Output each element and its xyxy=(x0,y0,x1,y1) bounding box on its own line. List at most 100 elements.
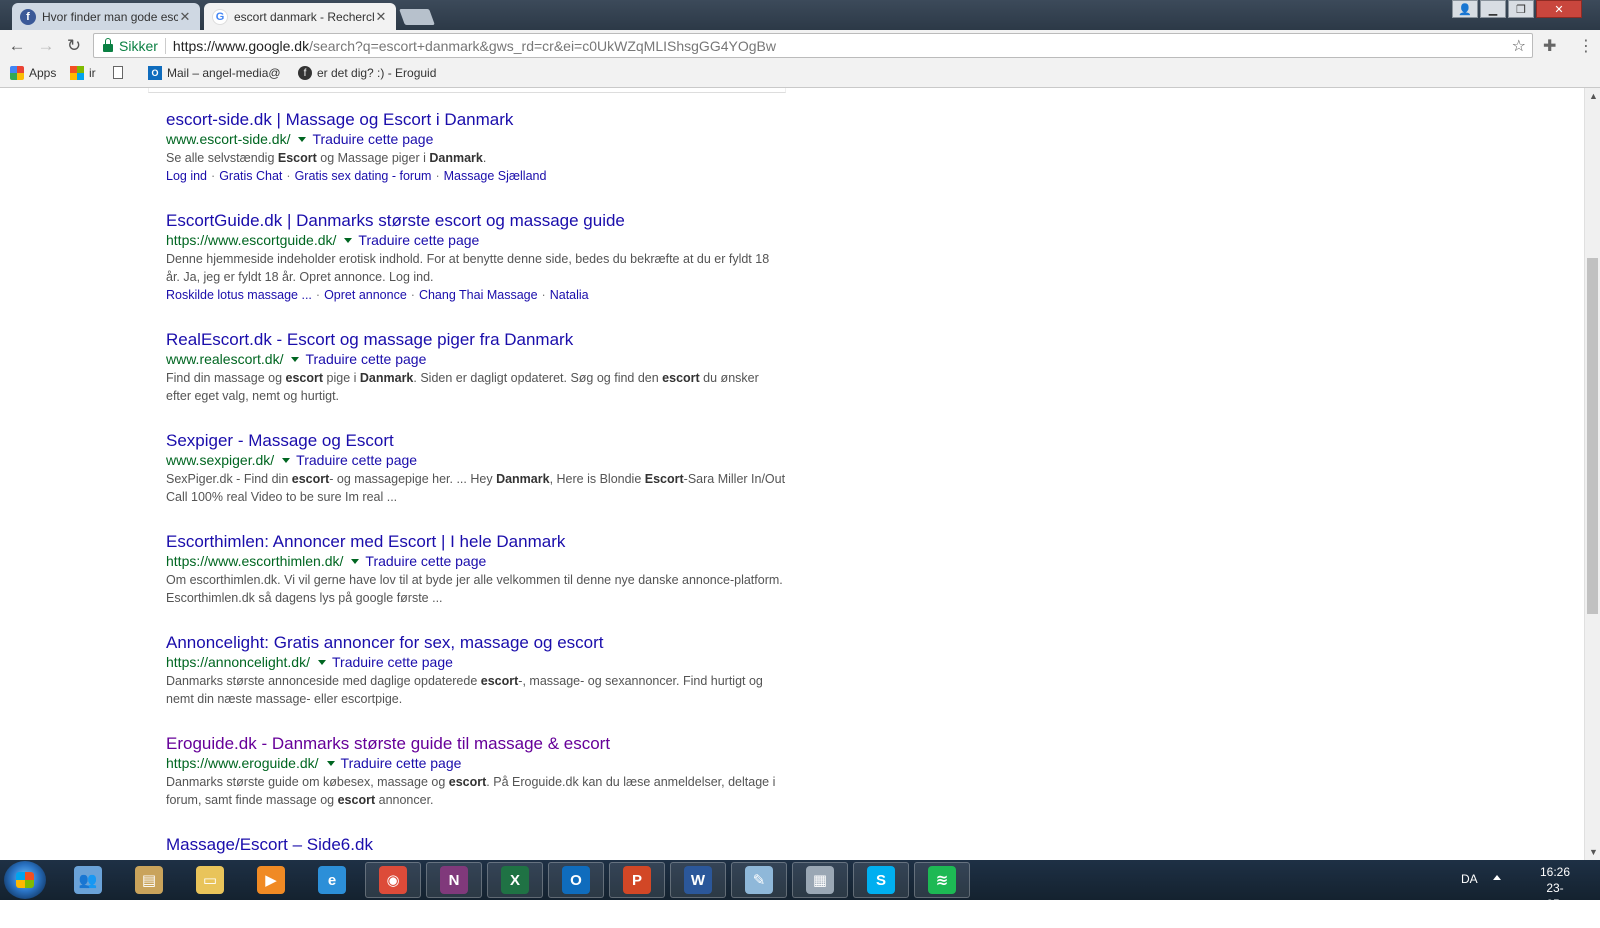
user-profile-icon[interactable]: 👤 xyxy=(1452,0,1478,18)
result-url: https://www.escorthimlen.dk/ xyxy=(166,553,344,569)
taskbar-app[interactable]: W xyxy=(670,862,726,898)
bookmark-eroguide[interactable]: f er det dig? :) - Eroguid xyxy=(298,66,438,80)
taskbar-app[interactable]: ◉ xyxy=(365,862,421,898)
taskbar-app[interactable]: 👥 xyxy=(60,862,116,898)
translate-page-link[interactable]: Traduire cette page xyxy=(341,755,462,771)
excel-icon: X xyxy=(501,866,529,894)
dropdown-arrow-icon[interactable] xyxy=(344,237,353,243)
taskbar-app[interactable]: O xyxy=(548,862,604,898)
sitelink[interactable]: Gratis sex dating - forum xyxy=(295,169,432,183)
scroll-up-arrow-icon[interactable]: ▲ xyxy=(1589,91,1598,101)
facebook-icon: f xyxy=(20,8,36,25)
taskbar-app[interactable]: ▭ xyxy=(182,862,238,898)
taskbar-app[interactable]: ▶ xyxy=(243,862,299,898)
language-indicator[interactable]: DA xyxy=(1461,872,1478,886)
translate-page-link[interactable]: Traduire cette page xyxy=(305,351,426,367)
show-hidden-icons-icon[interactable] xyxy=(1493,875,1501,880)
search-result: Eroguide.dk - Danmarks største guide til… xyxy=(166,734,786,809)
onenote-icon: N xyxy=(440,866,468,894)
sitelink[interactable]: Roskilde lotus massage ... xyxy=(166,288,312,302)
bookmark-ir[interactable]: ir xyxy=(70,66,96,80)
search-result: RealEscort.dk - Escort og massage piger … xyxy=(166,330,786,405)
clock[interactable]: 16:26 23-05-2017 xyxy=(1540,864,1570,928)
search-results-page: escort-side.dk | Massage og Escort i Dan… xyxy=(0,88,1584,860)
dropdown-arrow-icon[interactable] xyxy=(326,760,335,766)
tab-google-search[interactable]: G escort danmark - Recherche Google ✕ xyxy=(204,3,396,30)
dropdown-arrow-icon[interactable] xyxy=(298,136,307,142)
sitelink[interactable]: Gratis Chat xyxy=(219,169,282,183)
taskbar-app[interactable]: S xyxy=(853,862,909,898)
taskbar-app[interactable]: ▦ xyxy=(792,862,848,898)
dropdown-arrow-icon[interactable] xyxy=(351,558,360,564)
dropdown-arrow-icon[interactable] xyxy=(282,457,291,463)
close-tab-icon[interactable]: ✕ xyxy=(178,9,192,25)
result-title-link[interactable]: Annoncelight: Gratis annoncer for sex, m… xyxy=(166,633,786,653)
forward-arrow-icon[interactable]: → xyxy=(35,36,57,56)
translate-page-link[interactable]: Traduire cette page xyxy=(312,131,433,147)
taskbar-app[interactable]: P xyxy=(609,862,665,898)
extension-puzzle-icon[interactable]: ✚ xyxy=(1543,36,1556,56)
new-tab-button[interactable] xyxy=(399,9,435,25)
result-url-line: https://annoncelight.dk/Traduire cette p… xyxy=(166,653,786,672)
bookmarks-bar: Apps ir O Mail – angel-media@ f er det d… xyxy=(0,62,1600,88)
tab-title: escort danmark - Recherche Google xyxy=(234,9,374,24)
tab-facebook[interactable]: f Hvor finder man gode escort ✕ xyxy=(12,3,200,30)
bookmark-star-icon[interactable]: ☆ xyxy=(1512,36,1526,56)
result-sitelinks: Roskilde lotus massage ... · Opret annonce… xyxy=(166,288,589,302)
restore-button[interactable]: ❐ xyxy=(1508,0,1534,18)
translate-page-link[interactable]: Traduire cette page xyxy=(332,654,453,670)
sitelink[interactable]: Massage Sjælland xyxy=(444,169,547,183)
result-url-line: www.realescort.dk/Traduire cette page xyxy=(166,350,786,369)
result-url: https://annoncelight.dk/ xyxy=(166,654,310,670)
translate-page-link[interactable]: Traduire cette page xyxy=(296,452,417,468)
translate-page-link[interactable]: Traduire cette page xyxy=(358,232,479,248)
result-url-line: www.escort-side.dk/Traduire cette page xyxy=(166,130,786,149)
result-title-link[interactable]: Eroguide.dk - Danmarks største guide til… xyxy=(166,734,786,754)
close-window-button[interactable]: ✕ xyxy=(1536,0,1582,18)
windows-taskbar: 👥 ▤ ▭ ▶ e ◉ N X O P W ✎ ▦ S ≋ DA 16:26 23-05-2017 xyxy=(0,860,1600,927)
bookmark-mail[interactable]: O Mail – angel-media@ xyxy=(148,66,281,80)
result-title-link[interactable]: escort-side.dk | Massage og Escort i Dan… xyxy=(166,110,786,130)
vertical-scrollbar[interactable]: ▲ ▼ xyxy=(1584,88,1600,860)
result-url: www.sexpiger.dk/ xyxy=(166,452,275,468)
bookmark-apps[interactable]: Apps xyxy=(10,66,56,80)
start-button[interactable] xyxy=(4,861,46,899)
bookmark-page[interactable] xyxy=(113,66,128,79)
translate-page-link[interactable]: Traduire cette page xyxy=(365,553,486,569)
taskbar-app[interactable]: N xyxy=(426,862,482,898)
scroll-down-arrow-icon[interactable]: ▼ xyxy=(1589,847,1598,857)
close-tab-icon[interactable]: ✕ xyxy=(374,9,388,25)
result-url-line: https://www.escortguide.dk/Traduire cett… xyxy=(166,231,786,250)
result-title-link[interactable]: RealEscort.dk - Escort og massage piger … xyxy=(166,330,786,350)
sitelink[interactable]: Opret annonce xyxy=(324,288,407,302)
taskbar-app[interactable]: e xyxy=(304,862,360,898)
result-sitelinks: Log ind · Gratis Chat · Gratis sex dating - … xyxy=(166,169,547,183)
taskbar-app[interactable]: ▤ xyxy=(121,862,177,898)
browser-toolbar: ← → ↻ Sikker https://www.google.dk/searc… xyxy=(0,30,1600,62)
reload-icon[interactable]: ↻ xyxy=(63,36,85,56)
clock-date: 23-05-2017 xyxy=(1541,881,1569,927)
taskbar-app[interactable]: ≋ xyxy=(914,862,970,898)
result-url: www.escort-side.dk/ xyxy=(166,131,291,147)
back-arrow-icon[interactable]: ← xyxy=(6,36,28,56)
result-title-link[interactable]: Massage/Escort – Side6.dk xyxy=(166,835,786,855)
result-title-link[interactable]: Escorthimlen: Annoncer med Escort | I he… xyxy=(166,532,786,552)
taskbar-app[interactable]: X xyxy=(487,862,543,898)
result-snippet: Se alle selvstændig Escort og Massage pi… xyxy=(166,151,487,165)
taskbar-app[interactable]: ✎ xyxy=(731,862,787,898)
dropdown-arrow-icon[interactable] xyxy=(318,659,326,665)
address-bar[interactable]: Sikker https://www.google.dk/search?q=es… xyxy=(93,33,1533,58)
result-title-link[interactable]: Sexpiger - Massage og Escort xyxy=(166,431,786,451)
scrollbar-thumb[interactable] xyxy=(1587,258,1598,614)
sitelink[interactable]: Chang Thai Massage xyxy=(419,288,538,302)
sitelink[interactable]: Log ind xyxy=(166,169,207,183)
chrome-icon: ◉ xyxy=(379,866,407,894)
facebook-icon: f xyxy=(298,66,312,80)
dropdown-arrow-icon[interactable] xyxy=(291,356,300,362)
result-title-link[interactable]: EscortGuide.dk | Danmarks største escort… xyxy=(166,211,786,231)
menu-icon[interactable]: ⋮ xyxy=(1578,36,1594,56)
sitelink[interactable]: Natalia xyxy=(550,288,589,302)
result-card-edge xyxy=(148,88,786,93)
result-url-line: https://www.eroguide.dk/Traduire cette p… xyxy=(166,754,786,773)
minimize-button[interactable]: ▁ xyxy=(1480,0,1506,18)
